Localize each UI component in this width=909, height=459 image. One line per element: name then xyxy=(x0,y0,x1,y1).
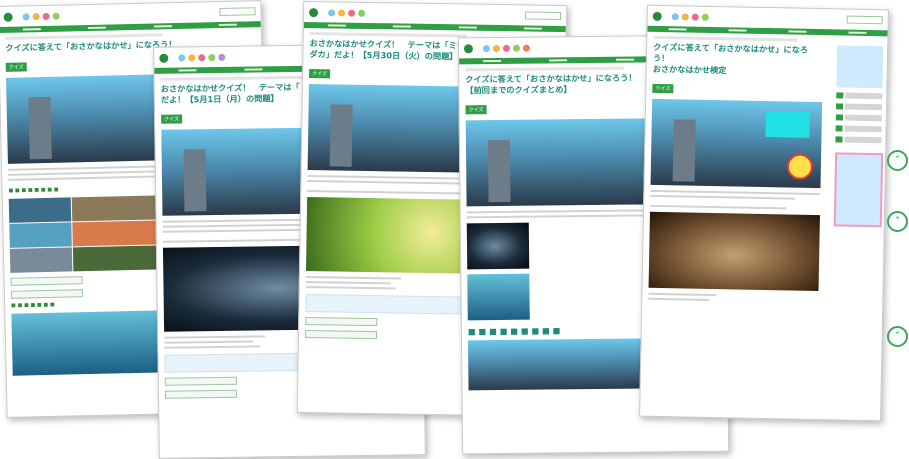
category-tag[interactable]: クイズ xyxy=(5,62,27,72)
chevron-up-icon: ⌃ xyxy=(893,331,902,341)
scroll-top-button[interactable]: ⌃ xyxy=(887,211,908,232)
header-icons xyxy=(671,12,709,21)
page-title: クイズに答えて「おさかなはかせ」になろう！ おさかなはかせ検定 xyxy=(652,41,809,76)
scroll-top-button[interactable]: ⌃ xyxy=(887,150,908,171)
sidebar xyxy=(833,45,884,228)
quiz-thumbnail[interactable] xyxy=(466,222,530,270)
sidebar-ad[interactable] xyxy=(833,152,884,228)
header-icons xyxy=(22,12,60,20)
chevron-up-icon: ⌃ xyxy=(893,216,902,226)
search-input[interactable] xyxy=(524,11,562,21)
site-logo[interactable] xyxy=(463,43,473,53)
header-icons xyxy=(482,44,530,52)
header-icons xyxy=(178,53,226,62)
link-button[interactable] xyxy=(10,276,83,286)
scroll-top-button[interactable]: ⌃ xyxy=(887,326,908,347)
site-logo[interactable] xyxy=(3,12,13,22)
question-text xyxy=(644,200,826,210)
breadcrumb xyxy=(653,35,798,42)
site-logo[interactable] xyxy=(159,53,169,63)
chevron-up-icon: ⌃ xyxy=(893,155,902,165)
breadcrumb xyxy=(465,66,625,72)
link-button[interactable] xyxy=(305,317,378,327)
link-button[interactable] xyxy=(304,330,378,340)
answer-options[interactable] xyxy=(642,288,824,303)
category-tag[interactable]: クイズ xyxy=(309,69,331,79)
sidebar-banner[interactable] xyxy=(836,45,884,89)
page-screenshot-5: クイズに答えて「おさかなはかせ」になろう！ おさかなはかせ検定 クイズ xyxy=(639,4,889,422)
category-tag[interactable]: クイズ xyxy=(161,114,183,124)
link-button[interactable] xyxy=(164,376,237,386)
search-input[interactable] xyxy=(846,15,883,25)
category-tag[interactable]: クイズ xyxy=(465,105,487,115)
link-button[interactable] xyxy=(164,389,238,399)
search-input[interactable] xyxy=(219,7,256,17)
category-tag[interactable]: クイズ xyxy=(652,83,674,94)
breadcrumb xyxy=(309,32,467,38)
header-icons xyxy=(328,8,366,17)
site-logo[interactable] xyxy=(652,11,662,21)
breadcrumb xyxy=(160,75,320,81)
hero-banner xyxy=(650,98,823,189)
site-logo[interactable] xyxy=(309,7,319,17)
quiz-thumbnail[interactable] xyxy=(467,273,530,321)
fish-photo xyxy=(648,211,820,292)
